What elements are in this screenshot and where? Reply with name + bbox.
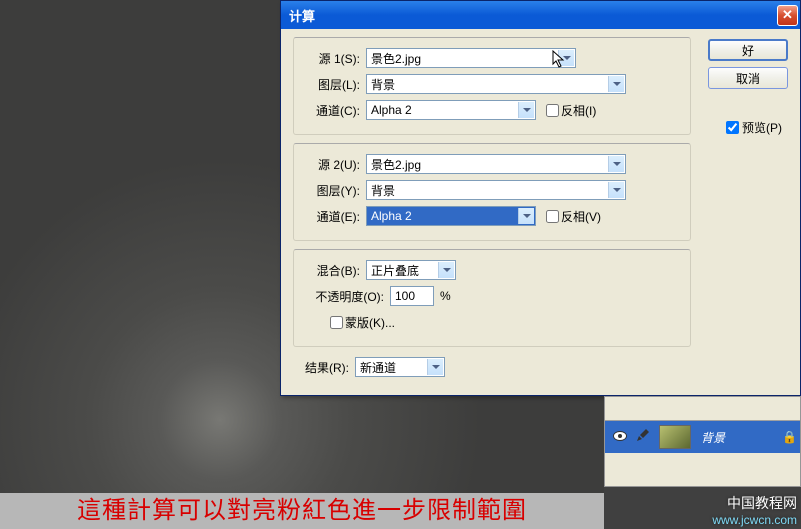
source1-channel-value: Alpha 2 [371, 103, 412, 117]
opacity-input[interactable]: 100 [390, 286, 434, 306]
mask-input[interactable] [330, 316, 343, 329]
source1-channel-combo[interactable]: Alpha 2 [366, 100, 536, 120]
mask-checkbox[interactable]: 蒙版(K)... [330, 314, 395, 331]
chevron-down-icon [518, 102, 534, 118]
close-button[interactable]: ✕ [777, 5, 798, 26]
chevron-down-icon [608, 156, 624, 172]
source1-layer-combo[interactable]: 背景 [366, 74, 626, 94]
result-value: 新通道 [360, 359, 396, 376]
preview-input[interactable] [726, 121, 739, 134]
layer-row-background[interactable]: 背景 🔒 [605, 421, 800, 453]
result-combo[interactable]: 新通道 [355, 357, 445, 377]
blending-mode-value: 正片叠底 [371, 262, 419, 279]
source2-channel-label: 通道(E): [304, 208, 366, 225]
invert2-input[interactable] [546, 210, 559, 223]
invert2-label: 反相(V) [561, 208, 601, 225]
source2-group: 源 2(U): 景色2.jpg 图层(Y): 背景 通道(E): [293, 143, 691, 241]
opacity-value: 100 [395, 289, 415, 303]
calculations-dialog: 计算 ✕ 源 1(S): 景色2.jpg 图层(L): [280, 0, 801, 396]
invert1-label: 反相(I) [561, 102, 596, 119]
source2-channel-combo[interactable]: Alpha 2 [366, 206, 536, 226]
mask-label: 蒙版(K)... [345, 314, 395, 331]
source2-file-combo[interactable]: 景色2.jpg [366, 154, 626, 174]
ok-label: 好 [742, 42, 754, 59]
cancel-button[interactable]: 取消 [708, 67, 788, 89]
blending-group: 混合(B): 正片叠底 不透明度(O): 100 % [293, 249, 691, 347]
watermark: 中国教程网 www.jcwcn.com [712, 493, 797, 527]
source2-file-value: 景色2.jpg [371, 156, 421, 173]
source1-label: 源 1(S): [304, 50, 366, 67]
chevron-down-icon [518, 208, 534, 224]
visibility-toggle[interactable] [609, 430, 631, 444]
invert1-input[interactable] [546, 104, 559, 117]
layer-name: 背景 [697, 429, 782, 446]
chevron-down-icon [558, 50, 574, 66]
layer-thumbnail [659, 425, 691, 449]
source1-invert-checkbox[interactable]: 反相(I) [546, 102, 596, 119]
opacity-label: 不透明度(O): [304, 288, 390, 305]
watermark-url: www.jcwcn.com [712, 513, 797, 527]
chevron-down-icon [438, 262, 454, 278]
chevron-down-icon [608, 76, 624, 92]
source2-invert-checkbox[interactable]: 反相(V) [546, 208, 601, 225]
eye-icon [613, 431, 627, 441]
source2-label: 源 2(U): [304, 156, 366, 173]
source2-layer-value: 背景 [371, 182, 395, 199]
source2-layer-combo[interactable]: 背景 [366, 180, 626, 200]
preview-checkbox[interactable]: 预览(P) [726, 119, 782, 136]
source1-group: 源 1(S): 景色2.jpg 图层(L): 背景 [293, 37, 691, 135]
annotation-caption: 這種計算可以對亮粉紅色進一步限制範圍 [0, 493, 604, 529]
source1-layer-label: 图层(L): [304, 76, 366, 93]
opacity-unit: % [440, 289, 451, 303]
dialog-titlebar[interactable]: 计算 ✕ [281, 1, 800, 29]
source2-layer-label: 图层(Y): [304, 182, 366, 199]
watermark-site: 中国教程网 [712, 493, 797, 513]
edit-indicator [631, 429, 653, 446]
lock-icon: 🔒 [782, 430, 796, 444]
dialog-title: 计算 [289, 6, 777, 25]
source1-channel-label: 通道(C): [304, 102, 366, 119]
layers-panel: 背景 🔒 [604, 396, 801, 487]
layers-header [605, 397, 800, 421]
ok-button[interactable]: 好 [708, 39, 788, 61]
source1-file-value: 景色2.jpg [371, 50, 421, 67]
result-label: 结果(R): [293, 359, 355, 376]
blending-mode-combo[interactable]: 正片叠底 [366, 260, 456, 280]
source1-file-combo[interactable]: 景色2.jpg [366, 48, 576, 68]
source1-layer-value: 背景 [371, 76, 395, 93]
preview-label: 预览(P) [742, 119, 782, 136]
source2-channel-value: Alpha 2 [371, 209, 412, 223]
cancel-label: 取消 [736, 70, 760, 87]
chevron-down-icon [608, 182, 624, 198]
chevron-down-icon [427, 359, 443, 375]
blending-label: 混合(B): [304, 262, 366, 279]
close-icon: ✕ [782, 7, 793, 23]
brush-icon [635, 429, 649, 443]
